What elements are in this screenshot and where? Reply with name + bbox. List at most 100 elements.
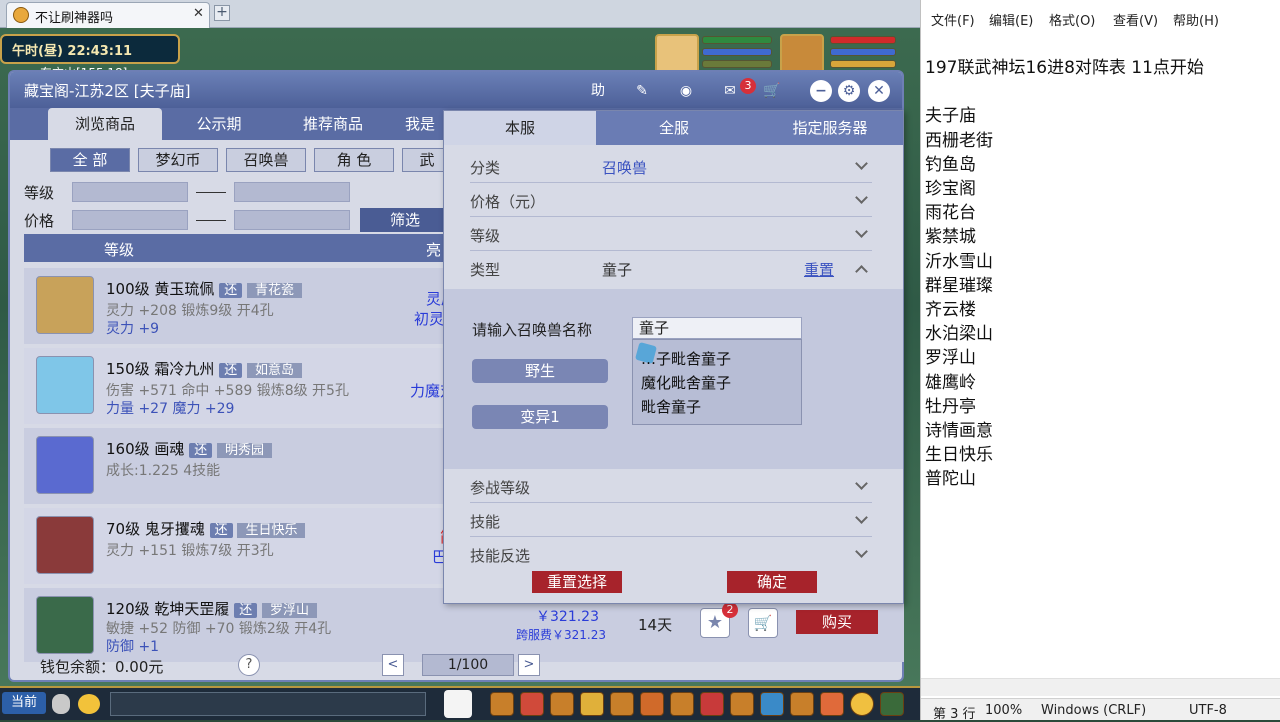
pet-icon[interactable] (444, 690, 472, 718)
tab-all-servers[interactable]: 全服 (598, 111, 750, 145)
reset-selection-button[interactable]: 重置选择 (532, 571, 622, 593)
mutant-button[interactable]: 变异1 (472, 405, 608, 429)
message-icon[interactable]: ✉ (718, 80, 742, 102)
buy-button[interactable]: 购买 (796, 610, 878, 634)
close-button[interactable]: ✕ (868, 80, 890, 102)
server-tag: 生日快乐 (237, 523, 306, 538)
smile-icon[interactable] (850, 692, 874, 716)
favorite-badge: 2 (722, 602, 738, 618)
chevron-down-icon[interactable] (855, 545, 868, 558)
help-icon[interactable]: ? (238, 654, 260, 676)
pet-exp-bar (702, 60, 772, 68)
tab-specific-server[interactable]: 指定服务器 (754, 111, 906, 145)
microphone-icon[interactable] (52, 694, 70, 714)
help-button[interactable]: 助 (586, 80, 610, 102)
category-pets[interactable]: 召唤兽 (226, 148, 306, 172)
menu-format[interactable]: 格式(O) (1049, 10, 1095, 29)
system-icon[interactable] (880, 692, 904, 716)
boots-icon (36, 596, 94, 654)
channel-current-button[interactable]: 当前 (2, 692, 46, 714)
tab-recommended[interactable]: 推荐商品 (276, 108, 390, 140)
event-icon[interactable] (820, 692, 844, 716)
minimize-button[interactable]: − (810, 80, 832, 102)
level-min-input[interactable] (72, 182, 188, 202)
category-all[interactable]: 全 部 (50, 148, 130, 172)
fang-charm-icon (36, 516, 94, 574)
level-filter-row[interactable]: 等级 (470, 217, 872, 251)
trade-icon[interactable] (580, 692, 604, 716)
skill-icon[interactable] (640, 692, 664, 716)
item-name: 70级 鬼牙攫魂 还 生日快乐 (106, 518, 306, 539)
tab-publicity[interactable]: 公示期 (162, 108, 276, 140)
type-filter-row[interactable]: 类型 童子 重置 (470, 251, 872, 285)
pin-icon[interactable]: ✎ (630, 80, 654, 102)
filter-label: 等级 (470, 227, 501, 245)
tab-mine[interactable]: 我是 (390, 108, 450, 140)
friend-icon[interactable] (700, 692, 724, 716)
autocomplete-option[interactable]: 魔化毗舍童子 (641, 372, 731, 393)
filter-button[interactable]: 筛选 (360, 208, 450, 232)
highlight-column-header[interactable]: 亮 (426, 239, 441, 260)
price-min-input[interactable] (72, 210, 188, 230)
tab-close-icon[interactable]: ✕ (193, 6, 204, 21)
item-attributes: 敏捷 +52 防御 +70 锻炼2级 开4孔 (106, 621, 332, 637)
server-tag: 明秀园 (216, 443, 272, 458)
menu-file[interactable]: 文件(F) (931, 10, 975, 29)
notepad-status-bar: 第 3 行 100% Windows (CRLF) UTF-8 (921, 698, 1280, 722)
team-icon[interactable] (610, 692, 634, 716)
price-max-input[interactable] (234, 210, 350, 230)
category-roles[interactable]: 角 色 (314, 148, 394, 172)
item-price: ￥321.23 (536, 609, 599, 625)
return-tag: 还 (209, 523, 233, 538)
item-title: 150级 霜冷九州 (106, 360, 215, 378)
autocomplete-option[interactable]: 毗舍童子 (641, 396, 701, 417)
add-to-cart-icon[interactable]: 🛒 (748, 608, 778, 638)
level-max-input[interactable] (234, 182, 350, 202)
chevron-down-icon[interactable] (855, 157, 868, 170)
guild-icon[interactable] (730, 692, 754, 716)
cart-icon[interactable]: 🛒 (760, 80, 784, 102)
quest-icon[interactable] (670, 692, 694, 716)
chevron-down-icon[interactable] (855, 191, 868, 204)
wild-button[interactable]: 野生 (472, 359, 608, 383)
new-tab-icon[interactable]: + (214, 5, 230, 21)
chat-input[interactable] (110, 692, 426, 716)
level-column-header[interactable]: 等级 (104, 239, 134, 260)
chat-bubble-icon[interactable] (78, 694, 100, 714)
tab-this-server[interactable]: 本服 (444, 111, 596, 145)
player-mp-bar (830, 48, 896, 56)
prev-page-button[interactable]: < (382, 654, 404, 676)
attack-icon[interactable] (490, 692, 514, 716)
type-reset-link[interactable]: 重置 (804, 259, 834, 280)
battle-level-row[interactable]: 参战等级 (470, 469, 872, 503)
exclude-skills-row[interactable]: 技能反选 (470, 537, 872, 571)
bag-icon[interactable] (520, 692, 544, 716)
chevron-down-icon[interactable] (855, 477, 868, 490)
pet-name-input[interactable]: 童子 (632, 317, 802, 339)
shop-icon[interactable] (790, 692, 814, 716)
mail-icon[interactable] (760, 692, 784, 716)
notepad-text-area[interactable]: 197联武神坛16进8对阵表 11点开始 夫子庙 西栅老街 钓鱼岛 珍宝阁 雨花… (925, 56, 1204, 492)
autocomplete-option[interactable]: …子毗舍童子 (641, 348, 731, 369)
skills-row[interactable]: 技能 (470, 503, 872, 537)
return-tag: 还 (189, 443, 213, 458)
chevron-down-icon[interactable] (855, 511, 868, 524)
chevron-down-icon[interactable] (855, 225, 868, 238)
item-title: 70级 鬼牙攫魂 (106, 520, 205, 538)
chevron-up-icon[interactable] (855, 265, 868, 278)
item-attributes: 伤害 +571 命中 +589 锻炼8级 开5孔 (106, 383, 349, 399)
category-coins[interactable]: 梦幻币 (138, 148, 218, 172)
settings-button[interactable]: ⚙ (838, 80, 860, 102)
record-icon[interactable]: ◉ (674, 80, 698, 102)
horizontal-scrollbar[interactable] (921, 678, 1280, 696)
menu-edit[interactable]: 编辑(E) (989, 10, 1033, 29)
menu-help[interactable]: 帮助(H) (1173, 10, 1219, 29)
next-page-button[interactable]: > (518, 654, 540, 676)
browser-tab[interactable]: 不让刷神器吗 ✕ (6, 2, 210, 28)
tab-browse[interactable]: 浏览商品 (48, 108, 162, 140)
category-filter-row[interactable]: 分类 召唤兽 (470, 149, 872, 183)
gift-icon[interactable] (550, 692, 574, 716)
price-filter-row[interactable]: 价格（元） (470, 183, 872, 217)
confirm-button[interactable]: 确定 (727, 571, 817, 593)
menu-view[interactable]: 查看(V) (1113, 10, 1158, 29)
